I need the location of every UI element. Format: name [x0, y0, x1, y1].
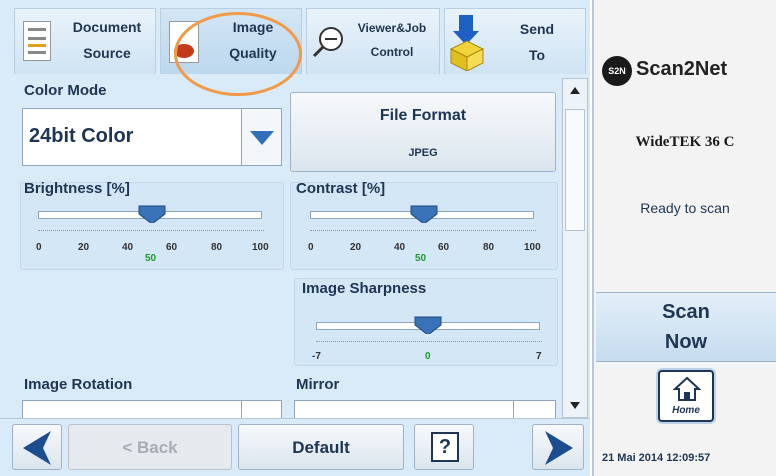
home-icon — [673, 376, 701, 401]
sharpness-ticks — [316, 341, 542, 345]
color-mode-dropdown[interactable]: 24bit Color — [22, 108, 282, 166]
help-button[interactable]: ? — [414, 424, 474, 470]
tab-send-to[interactable]: Send To — [444, 8, 586, 74]
contrast-value: 50 — [415, 253, 427, 264]
scan-now-button[interactable]: Scan Now — [596, 292, 776, 362]
scan-now-line2: Now — [664, 331, 708, 353]
contrast-slider-thumb[interactable] — [410, 205, 438, 223]
scan-now-line1: Scan — [662, 301, 710, 323]
back-button[interactable]: < Back — [68, 424, 232, 470]
default-button-label: Default — [292, 438, 350, 457]
brightness-ticks — [38, 230, 264, 234]
tab-document-source-line2: Source — [83, 45, 131, 61]
help-icon: ? — [431, 432, 459, 462]
settings-panel: Document Source Image Quality Viewer&Job… — [0, 0, 590, 476]
scanner-status: Ready to scan — [640, 200, 730, 216]
scroll-thumb[interactable] — [565, 109, 585, 231]
contrast-tick: 60 — [438, 242, 450, 253]
contrast-tick: 100 — [524, 242, 541, 253]
file-format-button[interactable]: File Format JPEG — [290, 92, 556, 172]
arrow-left-icon — [23, 431, 51, 465]
sharpness-max: 7 — [536, 351, 542, 362]
status-panel: S2N Scan2Net WideTEK 36 C Ready to scan … — [592, 0, 776, 476]
tab-document-source[interactable]: Document Source — [14, 8, 156, 74]
scan2net-logo-icon: S2N — [602, 56, 632, 86]
contrast-title: Contrast [%] — [296, 180, 386, 197]
back-button-label: < Back — [122, 438, 178, 457]
brightness-tick: 80 — [211, 242, 223, 253]
mirror-title: Mirror — [296, 376, 340, 393]
scanner-model: WideTEK 36 C — [635, 134, 735, 150]
date-time: 21 Mai 2014 12:09:57 — [602, 452, 711, 464]
brightness-tick: 40 — [122, 242, 134, 253]
brightness-slider-thumb[interactable] — [138, 205, 166, 223]
sharpness-min: -7 — [312, 351, 321, 362]
sharpness-value: 0 — [425, 351, 431, 362]
tab-document-source-line1: Document — [72, 19, 142, 35]
zoom-icon — [312, 27, 343, 58]
brightness-value: 50 — [145, 253, 157, 264]
color-mode-value: 24bit Color — [29, 125, 134, 147]
tab-viewer-job-control-line1: Viewer&Job — [357, 21, 427, 35]
brightness-tick: 20 — [78, 242, 90, 253]
image-rotation-title: Image Rotation — [24, 376, 133, 393]
contrast-tick: 40 — [394, 242, 406, 253]
document-source-icon — [23, 21, 51, 61]
tab-send-to-line1: Send — [519, 21, 555, 37]
send-box-icon — [449, 15, 485, 71]
home-label: Home — [672, 405, 700, 416]
color-mode-title: Color Mode — [24, 82, 107, 99]
contrast-tick: 20 — [350, 242, 362, 253]
brand-name: Scan2Net — [636, 58, 728, 80]
scrollbar[interactable] — [562, 78, 588, 418]
brightness-tick: 100 — [252, 242, 269, 253]
brightness-tick: 0 — [36, 242, 42, 253]
default-button[interactable]: Default — [238, 424, 404, 470]
home-button[interactable]: Home — [658, 370, 714, 422]
tab-send-to-line2: To — [528, 47, 546, 63]
contrast-tick: 80 — [483, 242, 495, 253]
mirror-dropdown[interactable] — [294, 400, 556, 421]
sharpness-slider-thumb[interactable] — [414, 316, 442, 334]
chevron-down-icon — [250, 131, 274, 145]
brightness-tick: 60 — [166, 242, 178, 253]
prev-button[interactable] — [12, 424, 62, 470]
image-rotation-dropdown[interactable] — [22, 400, 282, 421]
scroll-up-icon[interactable] — [563, 81, 587, 101]
tab-viewer-job-control[interactable]: Viewer&Job Control — [306, 8, 440, 74]
brightness-title: Brightness [%] — [24, 180, 130, 197]
color-mode-dropdown-button[interactable] — [241, 109, 281, 165]
highlight-ring — [174, 12, 302, 96]
contrast-tick: 0 — [308, 242, 314, 253]
scroll-down-icon[interactable] — [563, 395, 587, 415]
contrast-ticks — [310, 230, 536, 234]
arrow-right-icon — [545, 431, 573, 465]
tab-viewer-job-control-line2: Control — [370, 45, 414, 59]
sharpness-title: Image Sharpness — [302, 280, 427, 297]
next-button[interactable] — [532, 424, 584, 470]
file-format-value: JPEG — [408, 147, 438, 159]
file-format-title: File Format — [379, 107, 467, 124]
